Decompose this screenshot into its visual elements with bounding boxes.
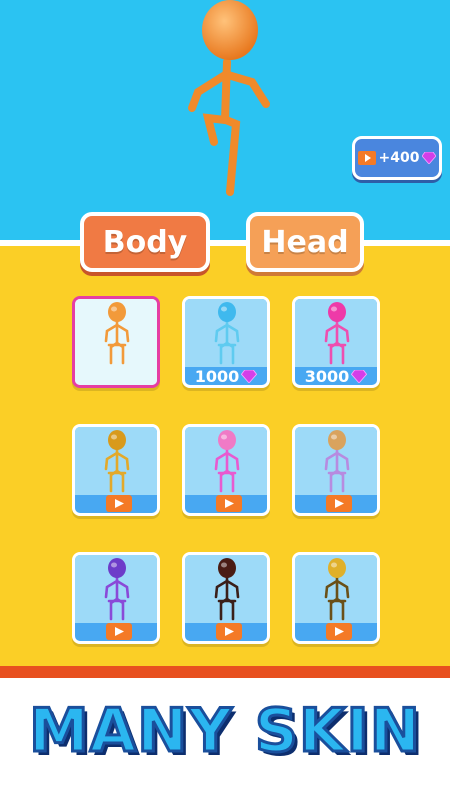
play-icon[interactable] [106,623,132,640]
tab-head[interactable]: Head [246,212,364,272]
skin-card[interactable] [292,552,380,644]
gem-icon [422,152,437,164]
tab-body-label: Body [102,224,188,260]
stickman-figure [104,558,130,621]
reward-amount: +400 [378,150,420,166]
stickman-figure [104,430,130,493]
skin-card[interactable] [72,296,160,388]
play-icon [357,151,376,165]
stickman-figure [324,430,350,493]
play-icon[interactable] [216,495,242,512]
price-label: 3000 [304,366,350,386]
skin-card[interactable]: 1000 [182,296,270,388]
stickman-figure [324,558,350,621]
tab-body[interactable]: Body [80,212,210,272]
stickman-figure [104,302,130,365]
stickman-figure [324,302,350,365]
skin-card[interactable] [72,424,160,516]
tab-head-label: Head [261,224,349,260]
skin-price: 1000 [185,365,267,386]
play-icon[interactable] [106,495,132,512]
gem-icon [351,369,368,383]
play-icon[interactable] [326,495,352,512]
skin-card[interactable] [292,424,380,516]
stickman-figure [214,302,240,365]
promo-title: MANY SKIN [28,695,422,768]
skin-card[interactable]: 3000 [292,296,380,388]
play-icon[interactable] [326,623,352,640]
watch-ad-reward-button[interactable]: +400 [352,136,442,180]
skin-card[interactable] [182,424,270,516]
play-icon[interactable] [216,623,242,640]
price-label: 1000 [194,366,240,386]
skin-card[interactable] [182,552,270,644]
stickman-figure [214,430,240,493]
skin-card[interactable] [72,552,160,644]
panel-bottom-strip [0,666,450,678]
character-preview [188,0,270,196]
gem-icon [241,369,258,383]
stickman-figure [214,558,240,621]
skin-price: 3000 [295,365,377,386]
